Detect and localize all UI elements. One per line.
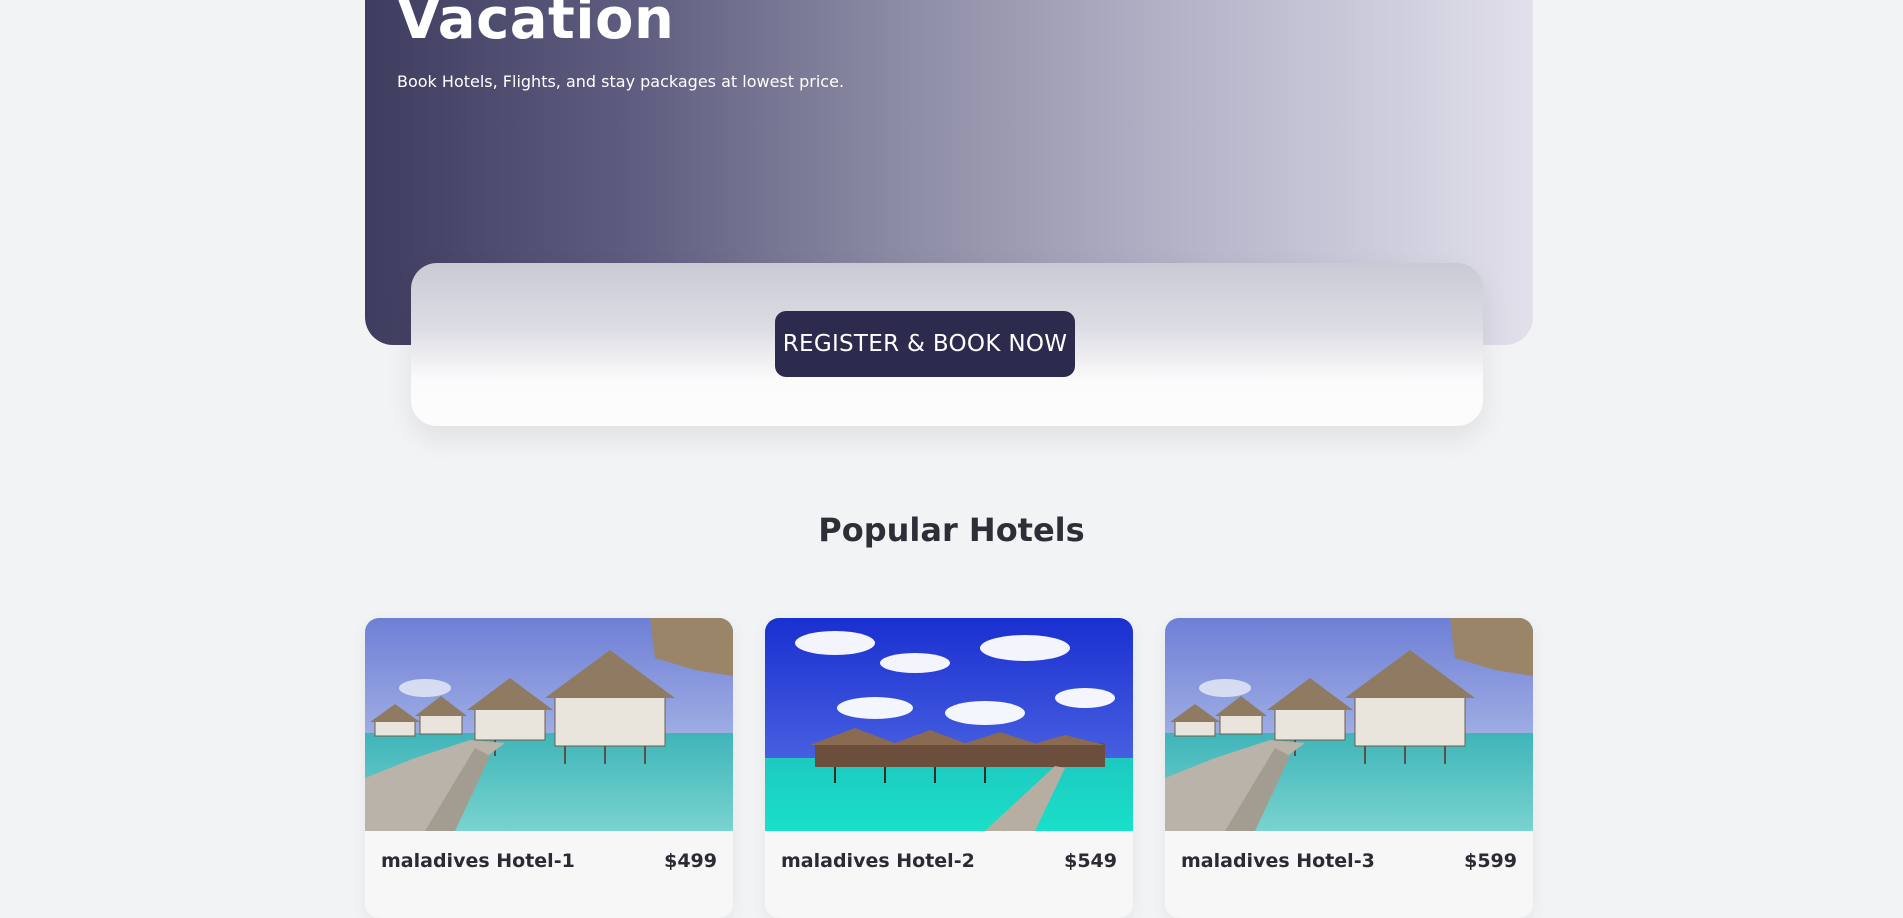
register-book-now-button[interactable]: REGISTER & BOOK NOW bbox=[775, 311, 1075, 377]
hotel-image bbox=[365, 618, 733, 831]
hotel-name: maladives Hotel-2 bbox=[781, 850, 975, 872]
hotel-card[interactable]: maladives Hotel-3 $599 bbox=[1165, 618, 1533, 918]
hotel-card[interactable]: maladives Hotel-1 $499 bbox=[365, 618, 733, 918]
hotel-card[interactable]: maladives Hotel-2 $549 bbox=[765, 618, 1133, 918]
hotel-list: maladives Hotel-1 $499 maladives Hotel-2… bbox=[365, 618, 1533, 918]
hotel-name: maladives Hotel-3 bbox=[1181, 850, 1375, 872]
hotel-price: $599 bbox=[1464, 850, 1517, 872]
hero-title: Vacation bbox=[397, 0, 675, 52]
hotel-price: $499 bbox=[664, 850, 717, 872]
hotel-price: $549 bbox=[1064, 850, 1117, 872]
hero-subtitle: Book Hotels, Flights, and stay packages … bbox=[397, 72, 845, 91]
cta-card: REGISTER & BOOK NOW bbox=[411, 263, 1483, 426]
hotel-image bbox=[1165, 618, 1533, 831]
popular-hotels-title: Popular Hotels bbox=[818, 511, 1085, 549]
hotel-name: maladives Hotel-1 bbox=[381, 850, 575, 872]
hotel-image bbox=[765, 618, 1133, 831]
